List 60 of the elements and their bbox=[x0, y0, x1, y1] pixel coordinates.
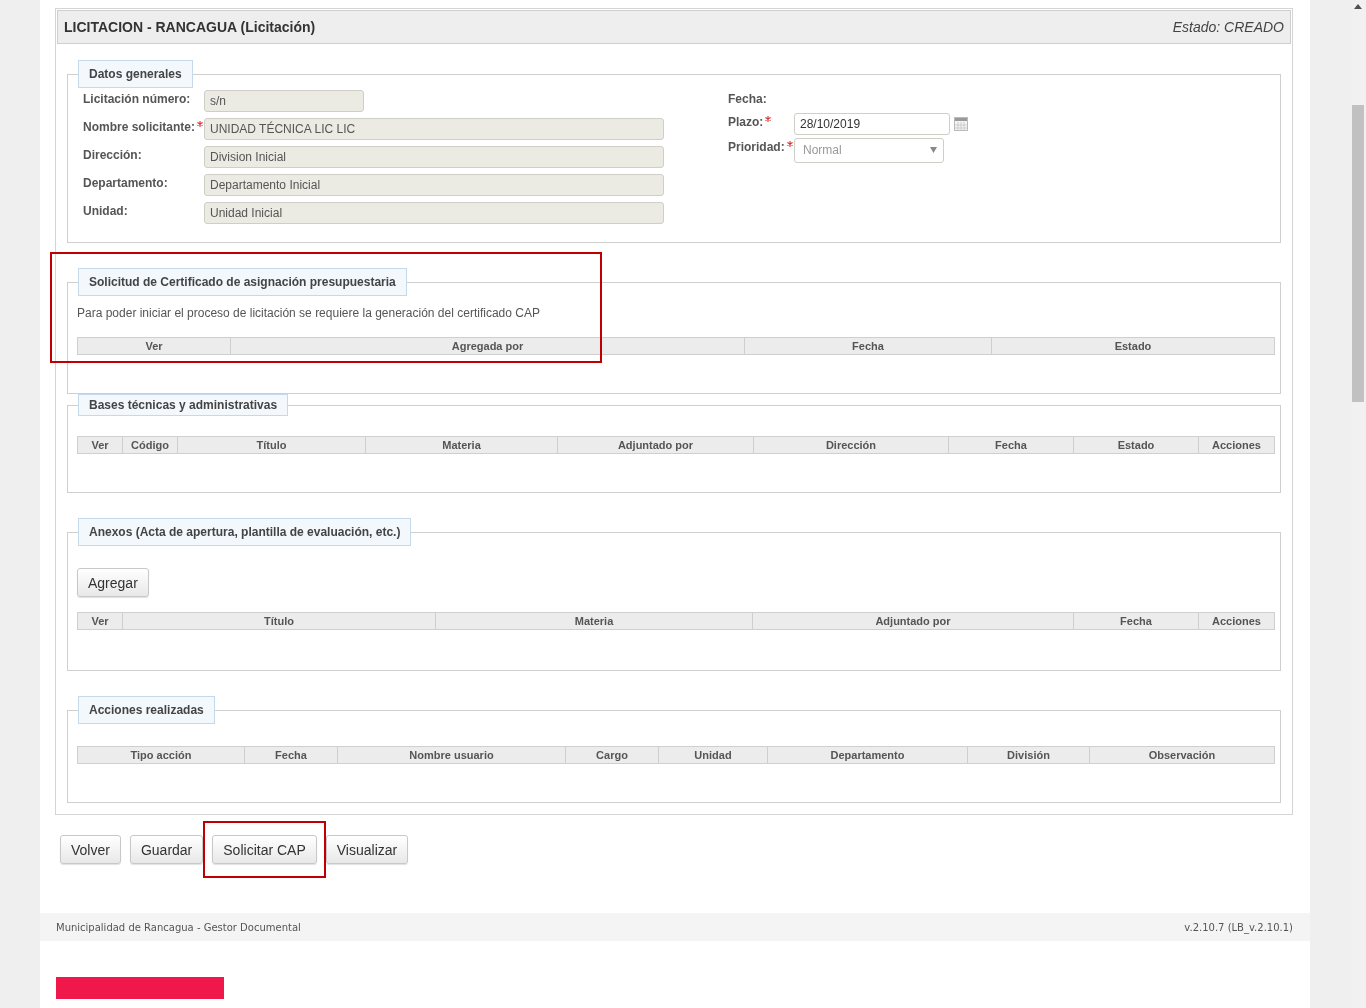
column-header: Cargo bbox=[565, 746, 659, 764]
field-label: Fecha: bbox=[728, 92, 767, 106]
column-header: Ver bbox=[77, 612, 123, 630]
column-header: Observación bbox=[1089, 746, 1275, 764]
scrollbar-thumb[interactable] bbox=[1352, 105, 1364, 402]
column-header: Tipo acción bbox=[77, 746, 245, 764]
column-header: Materia bbox=[365, 436, 558, 454]
column-header: Título bbox=[122, 612, 436, 630]
field-label: Licitación número: bbox=[83, 92, 191, 106]
page-title: LICITACION - RANCAGUA (Licitación) bbox=[64, 19, 316, 35]
column-header: Ver bbox=[77, 436, 123, 454]
readonly-field[interactable]: UNIDAD TÉCNICA LIC LIC bbox=[204, 118, 664, 140]
field-label: Unidad: bbox=[83, 204, 128, 218]
readonly-field[interactable]: Departamento Inicial bbox=[204, 174, 664, 196]
column-header: Dirección bbox=[753, 436, 949, 454]
field-label: Prioridad: bbox=[728, 140, 785, 154]
column-header: Departamento bbox=[767, 746, 968, 764]
readonly-field[interactable]: Division Inicial bbox=[204, 146, 664, 168]
column-header: Fecha bbox=[244, 746, 338, 764]
scroll-up-icon[interactable] bbox=[1354, 4, 1362, 9]
info-text: Para poder iniciar el proceso de licitación se requiere la generación del certificado CAP bbox=[77, 306, 541, 320]
field-label: Plazo: bbox=[728, 115, 764, 129]
column-header: Unidad bbox=[658, 746, 768, 764]
column-header: Título bbox=[177, 436, 366, 454]
add-button[interactable]: Agregar bbox=[77, 568, 149, 597]
column-header: Estado bbox=[991, 337, 1275, 355]
field-label: Dirección: bbox=[83, 148, 142, 162]
column-header: Fecha bbox=[948, 436, 1074, 454]
column-header: Adjuntado por bbox=[557, 436, 754, 454]
action-button[interactable]: Solicitar CAP bbox=[212, 835, 317, 864]
column-header: Estado bbox=[1073, 436, 1199, 454]
field-label: Nombre solicitante: bbox=[83, 120, 196, 134]
column-header: Ver bbox=[77, 337, 231, 355]
column-header: División bbox=[967, 746, 1090, 764]
column-header: Agregada por bbox=[230, 337, 745, 355]
column-header: Código bbox=[122, 436, 178, 454]
section-legend: Bases técnicas y administrativas bbox=[78, 394, 289, 416]
readonly-field[interactable]: s/n bbox=[204, 90, 364, 112]
version-text: v.2.10.7 (LB_v.2.10.1) bbox=[1184, 921, 1293, 933]
column-header: Materia bbox=[435, 612, 753, 630]
calendar-icon[interactable] bbox=[954, 117, 968, 131]
column-header: Nombre usuario bbox=[337, 746, 566, 764]
section-legend: Datos generales bbox=[78, 60, 193, 88]
action-button[interactable]: Guardar bbox=[129, 835, 204, 864]
column-header: Adjuntado por bbox=[752, 612, 1074, 630]
action-button[interactable]: Visualizar bbox=[325, 835, 409, 864]
footer-text: Municipalidad de Rancagua - Gestor Documental bbox=[56, 921, 301, 933]
readonly-field[interactable]: Unidad Inicial bbox=[204, 202, 664, 224]
column-header: Acciones bbox=[1198, 436, 1275, 454]
date-field[interactable]: 28/10/2019 bbox=[794, 113, 950, 135]
column-header: Fecha bbox=[1073, 612, 1199, 630]
column-header: Acciones bbox=[1198, 612, 1275, 630]
status-label: Estado: CREADO bbox=[1172, 19, 1284, 35]
section-legend: Acciones realizadas bbox=[78, 696, 215, 724]
column-header: Fecha bbox=[744, 337, 992, 355]
field-label: Departamento: bbox=[83, 176, 168, 190]
dropdown-caret-icon bbox=[930, 147, 937, 153]
section-legend: Anexos (Acta de apertura, plantilla de evaluación, etc.) bbox=[78, 518, 412, 546]
action-button[interactable]: Volver bbox=[60, 835, 121, 864]
section-legend: Solicitud de Certificado de asignación presupuestaria bbox=[78, 268, 407, 296]
